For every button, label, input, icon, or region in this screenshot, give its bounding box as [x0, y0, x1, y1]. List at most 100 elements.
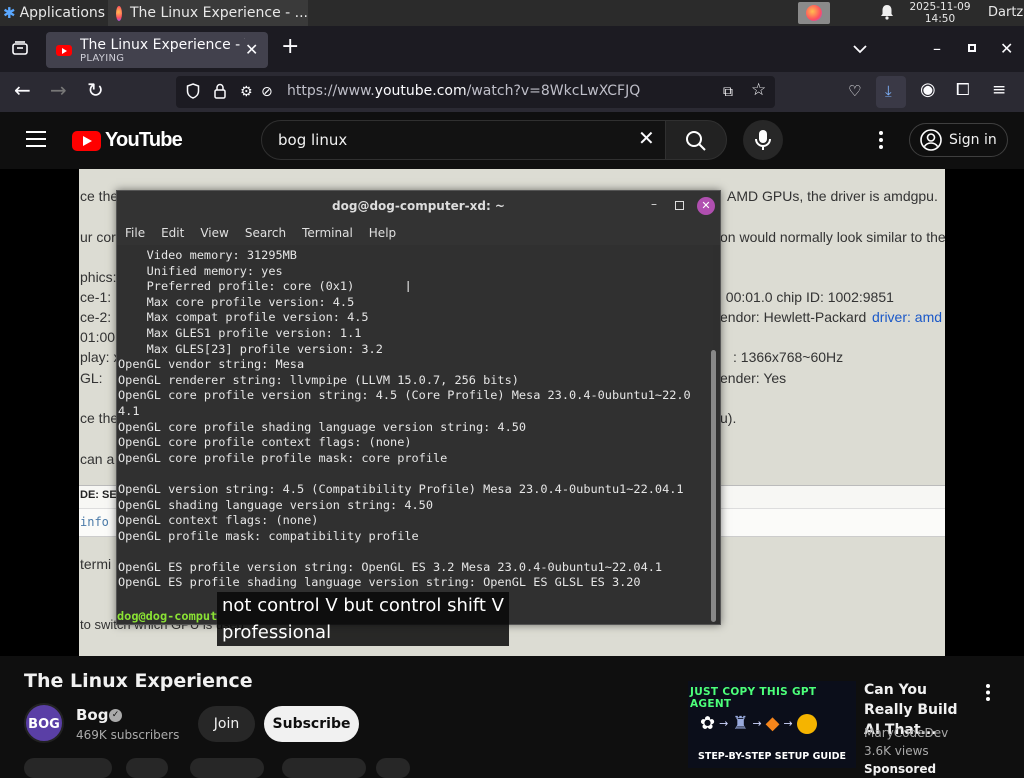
terminal-menu-file: File	[125, 226, 146, 240]
slide-text: AMD GPUs, the driver is amdgpu.	[727, 188, 938, 204]
account-circle-icon	[920, 129, 942, 151]
user-menu[interactable]: Dartz	[988, 5, 1023, 20]
back-arrow-icon[interactable]: ←	[14, 80, 31, 100]
caption-line-1: not control V but control shift V	[222, 595, 504, 616]
hamburger-menu-icon[interactable]: ≡	[992, 82, 1006, 99]
recommended-views: 3.6K views	[864, 744, 929, 758]
verified-check-icon: ✓	[109, 709, 122, 722]
slide-text: ce-1:	[80, 289, 112, 305]
search-button[interactable]	[665, 120, 727, 160]
recommended-channel[interactable]: MaryCodeDev	[864, 726, 948, 740]
terminal-menu-edit: Edit	[161, 226, 185, 240]
applications-label: Applications	[19, 5, 106, 21]
terminal-output: Video memory: 31295MB Unified memory: ye…	[117, 245, 713, 624]
slide-text: ender: Yes	[720, 370, 787, 386]
slide-text: GL:	[80, 370, 103, 386]
sign-in-button[interactable]: Sign in	[909, 123, 1008, 157]
video-title: The Linux Experience	[24, 670, 253, 692]
youtube-logo[interactable]: YouTube	[72, 129, 183, 152]
thumbnail-subheadline: STEP-BY-STEP SETUP GUIDE	[698, 751, 846, 762]
xfce-logo-icon: ✱	[3, 4, 16, 22]
pocket-icon[interactable]: ♡	[848, 83, 861, 99]
picture-in-picture-icon[interactable]: ⧉	[723, 84, 733, 100]
slide-link: driver: amd	[872, 309, 943, 325]
tab-title: The Linux Experience - Y	[80, 36, 245, 53]
permissions-icon[interactable]: ⚙	[240, 84, 253, 100]
terminal-title: dog@dog-computer-xd: ~	[117, 191, 720, 221]
terminal-close-icon: ✕	[697, 197, 715, 215]
download-button[interactable]	[282, 758, 366, 778]
dislike-button[interactable]	[126, 758, 168, 778]
forward-arrow-icon[interactable]: →	[50, 80, 67, 100]
search-input[interactable]: bog linux	[278, 131, 347, 149]
url-domain: youtube.com	[374, 83, 467, 99]
settings-kebab-icon[interactable]	[879, 131, 883, 153]
tracking-shield-icon[interactable]	[186, 83, 200, 103]
notification-bell-icon[interactable]	[880, 4, 894, 24]
subscribe-button[interactable]: Subscribe	[264, 706, 359, 742]
openai-logo-icon: ✿	[700, 713, 716, 734]
share-button[interactable]	[190, 758, 264, 778]
applications-menu[interactable]: ✱ Applications ≡	[0, 0, 121, 26]
terminal-menu-help: Help	[368, 226, 397, 240]
tray-firefox-icon[interactable]	[798, 2, 830, 24]
text-cursor-icon: I	[406, 278, 411, 296]
join-button[interactable]: Join	[198, 706, 255, 742]
list-tabs-chevron-icon[interactable]	[853, 41, 867, 57]
browser-tab-active[interactable]: The Linux Experience - Y PLAYING	[46, 32, 268, 68]
tab-playing-status: PLAYING	[80, 52, 125, 64]
subscriber-count: 469K subscribers	[76, 728, 180, 742]
close-window-icon[interactable]: ✕	[1000, 41, 1013, 57]
slide-text: termi	[80, 556, 112, 572]
new-tab-icon[interactable]: +	[281, 36, 299, 58]
slide-text: ce the	[80, 188, 119, 204]
maximize-window-icon[interactable]	[968, 44, 976, 52]
slide-text: endor: Hewlett-Packard	[720, 309, 867, 325]
caption-line-2: professional	[222, 622, 332, 643]
guide-menu-icon[interactable]	[26, 131, 46, 151]
terminal-menu-search: Search	[244, 226, 287, 240]
slide-text: 01:00.	[80, 329, 119, 345]
tab-overview-icon[interactable]	[11, 40, 29, 60]
slide-text: ce-2:	[80, 309, 112, 325]
slide-code-text: info	[80, 515, 109, 529]
autoplay-blocked-icon[interactable]: ⊘	[261, 84, 273, 100]
thumbnail-headline: JUST COPY THIS GPT AGENT	[690, 686, 817, 710]
fox-icon: ◆	[765, 713, 780, 734]
recommended-kebab-icon[interactable]	[986, 684, 990, 705]
downloads-button[interactable]: ⤓	[876, 76, 906, 108]
channel-avatar[interactable]: BOG	[24, 703, 64, 743]
youtube-logo-text: YouTube	[105, 129, 183, 151]
like-button[interactable]	[24, 758, 112, 778]
clear-search-icon[interactable]: ✕	[638, 128, 655, 148]
slide-text: play: x	[80, 349, 121, 365]
clock[interactable]: 2025-11-09 14:50	[905, 1, 975, 25]
tab-close-icon[interactable]: ✕	[245, 42, 258, 58]
account-icon[interactable]: ◉	[920, 81, 936, 99]
voice-search-button[interactable]	[743, 120, 783, 160]
more-actions-button[interactable]	[376, 758, 410, 778]
clock-date: 2025-11-09	[909, 1, 971, 13]
extensions-puzzle-icon[interactable]: ⧠	[956, 82, 970, 99]
taskbar-window-button[interactable]: The Linux Experience - ...	[108, 0, 308, 26]
terminal-menu-terminal: Terminal	[302, 226, 353, 240]
terminal-output-text: Video memory: 31295MB Unified memory: ye…	[118, 248, 691, 590]
microphone-icon	[755, 130, 771, 150]
recommended-thumbnail[interactable]: JUST COPY THIS GPT AGENT ✿ → ♜ → ◆ → STEP-B…	[688, 681, 856, 768]
bookmark-star-icon[interactable]: ☆	[751, 82, 766, 99]
terminal-menu-view: View	[200, 226, 229, 240]
slide-text: can a	[80, 451, 115, 467]
terminal-window: dog@dog-computer-xd: ~ – ✕ File Edit Vie…	[116, 190, 721, 625]
slide-text: : 1366x768~60Hz	[733, 349, 844, 365]
video-caption: not control V but control shift V profes…	[217, 592, 509, 646]
reload-icon[interactable]: ↻	[87, 80, 104, 100]
minimize-window-icon[interactable]: –	[933, 41, 941, 57]
slide-text: phics:	[80, 269, 117, 285]
url-text[interactable]: https://www.youtube.com/watch?v=8WkcLwXC…	[287, 83, 640, 99]
robot-icon: ♜	[732, 713, 749, 734]
search-icon	[686, 131, 706, 151]
slide-text: ce the	[80, 410, 119, 426]
download-arrow-icon: ⤓	[885, 82, 892, 100]
channel-name[interactable]: Bog	[76, 706, 108, 724]
lock-icon[interactable]	[214, 83, 226, 103]
